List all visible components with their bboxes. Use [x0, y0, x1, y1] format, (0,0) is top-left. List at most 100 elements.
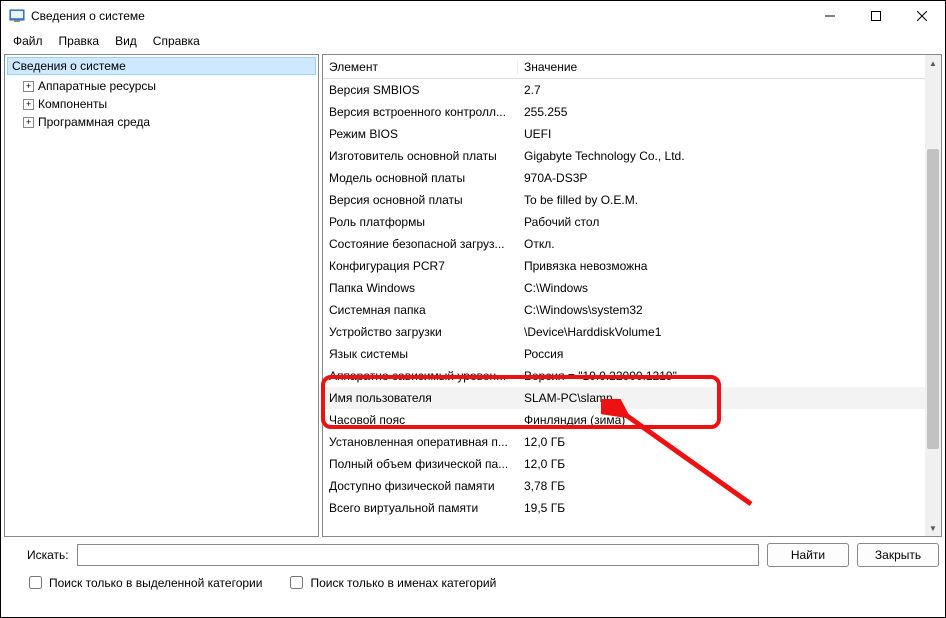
expand-icon[interactable]: +: [23, 99, 34, 110]
cell-element: Состояние безопасной загруз...: [323, 237, 518, 251]
cell-element: Конфигурация PCR7: [323, 259, 518, 273]
cell-value: UEFI: [518, 127, 925, 141]
cell-value: Версия = "10.0.22000.1219": [518, 369, 925, 383]
cell-value: 255.255: [518, 105, 925, 119]
table-row[interactable]: Имя пользователяSLAM-PC\slamn: [323, 387, 925, 409]
expand-icon[interactable]: +: [23, 81, 34, 92]
table-row[interactable]: Роль платформыРабочий стол: [323, 211, 925, 233]
menubar: Файл Правка Вид Справка: [1, 31, 945, 51]
scroll-thumb[interactable]: [927, 149, 939, 449]
scroll-track[interactable]: [925, 71, 941, 520]
expand-icon[interactable]: +: [23, 117, 34, 128]
cell-value: SLAM-PC\slamn: [518, 391, 925, 405]
table-row[interactable]: Версия SMBIOS2.7: [323, 79, 925, 101]
chk-selected-category-box[interactable]: [29, 576, 42, 589]
cell-element: Язык системы: [323, 347, 518, 361]
cell-element: Изготовитель основной платы: [323, 149, 518, 163]
chk-category-names-box[interactable]: [290, 576, 303, 589]
search-input[interactable]: [77, 544, 759, 566]
table-row[interactable]: Системная папкаC:\Windows\system32: [323, 299, 925, 321]
table-row[interactable]: Аппаратно-зависимый уровен...Версия = "1…: [323, 365, 925, 387]
cell-value: C:\Windows\system32: [518, 303, 925, 317]
table-row[interactable]: Конфигурация PCR7Привязка невозможна: [323, 255, 925, 277]
cell-value: 19,5 ГБ: [518, 501, 925, 515]
cell-value: 2.7: [518, 83, 925, 97]
cell-element: Аппаратно-зависимый уровен...: [323, 369, 518, 383]
table-row[interactable]: Всего виртуальной памяти19,5 ГБ: [323, 497, 925, 519]
cell-element: Роль платформы: [323, 215, 518, 229]
tree-item[interactable]: + Программная среда: [5, 113, 318, 131]
cell-value: Финляндия (зима): [518, 413, 925, 427]
table-row[interactable]: Версия встроенного контролл...255.255: [323, 101, 925, 123]
table-row[interactable]: Изготовитель основной платыGigabyte Tech…: [323, 145, 925, 167]
table-row[interactable]: Язык системыРоссия: [323, 343, 925, 365]
window-title: Сведения о системе: [31, 9, 145, 23]
app-icon: [9, 8, 25, 24]
tree-root[interactable]: Сведения о системе: [7, 57, 316, 75]
tree-item-label: Программная среда: [38, 115, 150, 129]
chk-selected-category-label: Поиск только в выделенной категории: [49, 576, 262, 590]
menu-file[interactable]: Файл: [5, 32, 51, 50]
cell-element: Папка Windows: [323, 281, 518, 295]
scroll-up-icon[interactable]: ▲: [925, 55, 941, 71]
menu-help[interactable]: Справка: [145, 32, 208, 50]
table-header: Элемент Значение: [323, 55, 941, 79]
chk-category-names[interactable]: Поиск только в именах категорий: [286, 573, 496, 592]
cell-element: Устройство загрузки: [323, 325, 518, 339]
tree-item[interactable]: + Аппаратные ресурсы: [5, 77, 318, 95]
maximize-button[interactable]: [853, 1, 899, 31]
table-row[interactable]: Устройство загрузки\Device\HarddiskVolum…: [323, 321, 925, 343]
tree-item[interactable]: +Компоненты: [5, 95, 318, 113]
cell-value: To be filled by O.E.M.: [518, 193, 925, 207]
cell-element: Часовой пояс: [323, 413, 518, 427]
cell-element: Режим BIOS: [323, 127, 518, 141]
col-value[interactable]: Значение: [518, 60, 941, 74]
close-button[interactable]: [899, 1, 945, 31]
cell-element: Системная папка: [323, 303, 518, 317]
titlebar: Сведения о системе: [1, 1, 945, 31]
cell-element: Имя пользователя: [323, 391, 518, 405]
table-row[interactable]: Доступно физической памяти3,78 ГБ: [323, 475, 925, 497]
cell-value: \Device\HarddiskVolume1: [518, 325, 925, 339]
cell-value: C:\Windows: [518, 281, 925, 295]
cell-element: Модель основной платы: [323, 171, 518, 185]
chk-selected-category[interactable]: Поиск только в выделенной категории: [25, 573, 262, 592]
scroll-down-icon[interactable]: ▼: [925, 520, 941, 536]
cell-value: Gigabyte Technology Co., Ltd.: [518, 149, 925, 163]
table-panel: Элемент Значение Версия SMBIOS2.7Версия …: [322, 54, 942, 537]
window-controls: [807, 1, 945, 31]
cell-element: Доступно физической памяти: [323, 479, 518, 493]
table-row[interactable]: Версия основной платыTo be filled by O.E…: [323, 189, 925, 211]
cell-element: Версия основной платы: [323, 193, 518, 207]
col-element[interactable]: Элемент: [323, 60, 518, 74]
cell-element: Всего виртуальной памяти: [323, 501, 518, 515]
table-row[interactable]: Модель основной платы970A-DS3P: [323, 167, 925, 189]
table-body[interactable]: Версия SMBIOS2.7Версия встроенного контр…: [323, 79, 925, 536]
cell-value: 970A-DS3P: [518, 171, 925, 185]
table-row[interactable]: Полный объем физической па...12,0 ГБ: [323, 453, 925, 475]
table-row[interactable]: Папка WindowsC:\Windows: [323, 277, 925, 299]
tree-item-label: Аппаратные ресурсы: [38, 79, 156, 93]
cell-value: Рабочий стол: [518, 215, 925, 229]
table-row[interactable]: Режим BIOSUEFI: [323, 123, 925, 145]
cell-value: 3,78 ГБ: [518, 479, 925, 493]
cell-element: Версия SMBIOS: [323, 83, 518, 97]
table-row[interactable]: Часовой поясФинляндия (зима): [323, 409, 925, 431]
cell-element: Версия встроенного контролл...: [323, 105, 518, 119]
vertical-scrollbar[interactable]: ▲ ▼: [925, 55, 941, 536]
cell-element: Полный объем физической па...: [323, 457, 518, 471]
menu-view[interactable]: Вид: [107, 32, 145, 50]
cell-value: 12,0 ГБ: [518, 457, 925, 471]
table-row[interactable]: Установленная оперативная п...12,0 ГБ: [323, 431, 925, 453]
table-row[interactable]: Состояние безопасной загруз...Откл.: [323, 233, 925, 255]
search-bar: Искать: Найти Закрыть: [1, 537, 945, 569]
tree-panel[interactable]: Сведения о системе + Аппаратные ресурсы +К…: [4, 54, 319, 537]
cell-value: Откл.: [518, 237, 925, 251]
cell-value: Привязка невозможна: [518, 259, 925, 273]
cell-value: 12,0 ГБ: [518, 435, 925, 449]
menu-edit[interactable]: Правка: [51, 32, 108, 50]
find-button[interactable]: Найти: [767, 543, 849, 567]
minimize-button[interactable]: [807, 1, 853, 31]
close-search-button[interactable]: Закрыть: [857, 543, 939, 567]
content-area: Сведения о системе +Аппаратные ресурсы+К…: [1, 51, 945, 537]
